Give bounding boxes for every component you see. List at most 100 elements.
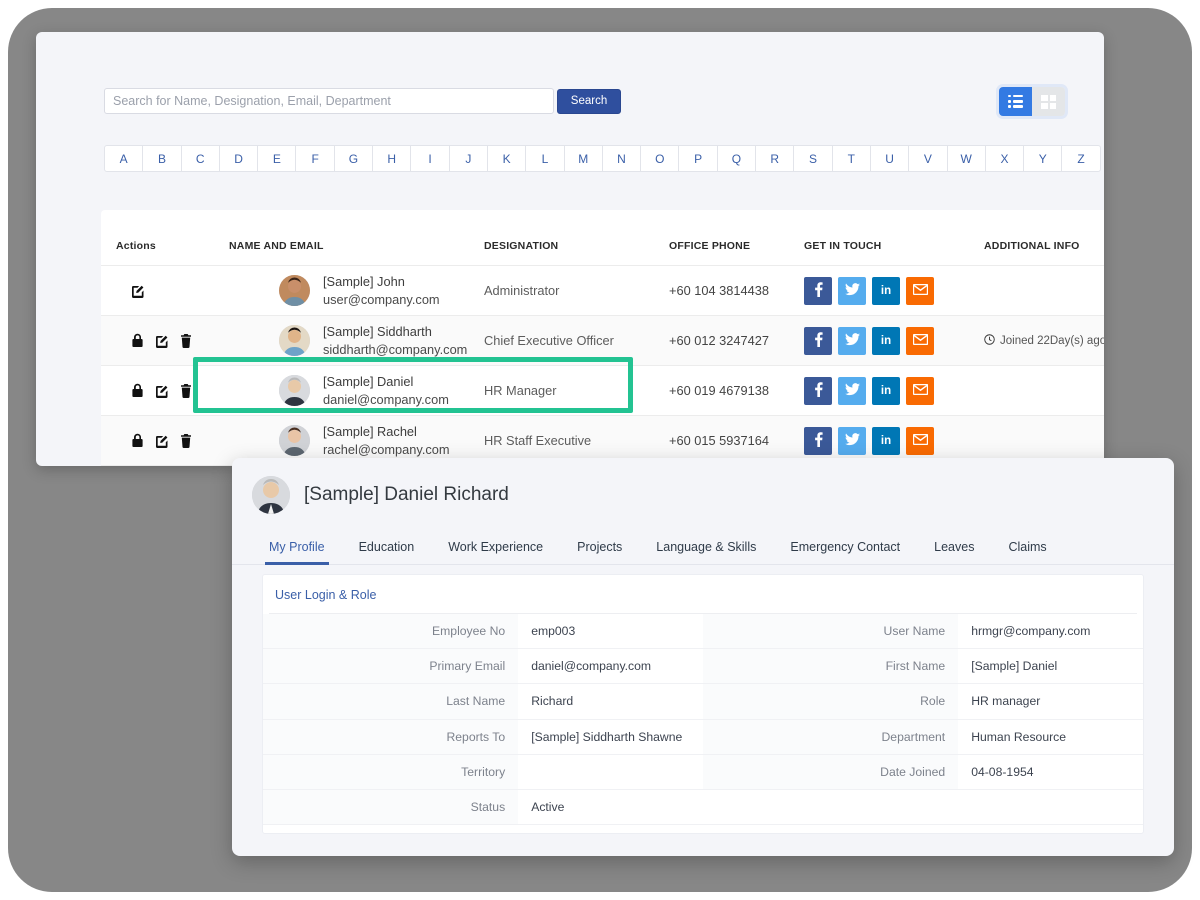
row-phone-cell: +60 012 3247427 (669, 316, 804, 366)
email-icon (913, 383, 928, 398)
alphabet-filter-l[interactable]: L (525, 145, 564, 172)
employee-email[interactable]: rachel@company.com (323, 441, 450, 458)
twitter-button[interactable] (838, 427, 866, 455)
alphabet-filter-b[interactable]: B (142, 145, 181, 172)
lock-icon[interactable] (131, 383, 144, 398)
alphabet-filter-u[interactable]: U (870, 145, 909, 172)
alphabet-filter-p[interactable]: P (678, 145, 717, 172)
avatar-image (279, 275, 310, 306)
alphabet-filter-f[interactable]: F (295, 145, 334, 172)
alphabet-filter-e[interactable]: E (257, 145, 296, 172)
tab-claims[interactable]: Claims (991, 531, 1063, 564)
alphabet-filter-y[interactable]: Y (1023, 145, 1062, 172)
detail-label: Role (703, 684, 958, 718)
alphabet-filter-x[interactable]: X (985, 145, 1024, 172)
view-toggle-group (999, 87, 1065, 116)
delete-icon[interactable] (180, 434, 192, 448)
row-additional-info-cell (984, 266, 1104, 316)
email-button[interactable] (906, 277, 934, 305)
designation-text: Chief Executive Officer (484, 333, 614, 348)
alphabet-filter-q[interactable]: Q (717, 145, 756, 172)
alphabet-filter-s[interactable]: S (793, 145, 832, 172)
table-row[interactable]: [Sample] Danieldaniel@company.comHR Mana… (101, 366, 1104, 416)
search-button[interactable]: Search (557, 89, 621, 114)
edit-icon[interactable] (155, 384, 169, 398)
email-button[interactable] (906, 327, 934, 355)
alphabet-filter-n[interactable]: N (602, 145, 641, 172)
name-email-block: [Sample] Rachelrachel@company.com (229, 423, 484, 458)
alphabet-filter-j[interactable]: J (449, 145, 488, 172)
employee-list-card: Search ABCDEFGHIJKLMNOPQRSTUVWXYZ Action (36, 32, 1104, 466)
tab-projects[interactable]: Projects (560, 531, 639, 564)
linkedin-button[interactable]: in (872, 327, 900, 355)
edit-icon[interactable] (131, 284, 145, 298)
linkedin-button[interactable]: in (872, 277, 900, 305)
detail-label: Territory (263, 755, 518, 789)
social-links: in (804, 427, 984, 455)
alphabet-filter-o[interactable]: O (640, 145, 679, 172)
alphabet-filter-w[interactable]: W (947, 145, 986, 172)
edit-icon[interactable] (155, 434, 169, 448)
delete-icon[interactable] (180, 384, 192, 398)
employee-email[interactable]: user@company.com (323, 291, 440, 308)
employee-email[interactable]: daniel@company.com (323, 391, 449, 408)
tab-emergency-contact[interactable]: Emergency Contact (773, 531, 917, 564)
linkedin-button[interactable]: in (872, 377, 900, 405)
row-designation-cell: HR Manager (484, 366, 669, 416)
search-input[interactable] (104, 88, 554, 114)
alphabet-filter-m[interactable]: M (564, 145, 603, 172)
linkedin-button[interactable]: in (872, 427, 900, 455)
lock-icon[interactable] (131, 333, 144, 348)
facebook-button[interactable] (804, 377, 832, 405)
twitter-button[interactable] (838, 377, 866, 405)
list-view-button[interactable] (999, 87, 1032, 116)
tab-education[interactable]: Education (342, 531, 432, 564)
tab-work-experience[interactable]: Work Experience (431, 531, 560, 564)
detail-label: Last Name (263, 684, 518, 718)
email-button[interactable] (906, 427, 934, 455)
tab-language-skills[interactable]: Language & Skills (639, 531, 773, 564)
alphabet-filter-v[interactable]: V (908, 145, 947, 172)
alphabet-filter-i[interactable]: I (410, 145, 449, 172)
alphabet-filter-z[interactable]: Z (1061, 145, 1100, 172)
employee-name: [Sample] Daniel (323, 373, 449, 390)
twitter-button[interactable] (838, 327, 866, 355)
row-phone-cell: +60 019 4679138 (669, 366, 804, 416)
employee-email[interactable]: siddharth@company.com (323, 341, 467, 358)
email-button[interactable] (906, 377, 934, 405)
tab-my-profile[interactable]: My Profile (252, 531, 342, 564)
row-actions (116, 333, 229, 348)
social-links: in (804, 277, 984, 305)
detail-row: Employee Noemp003 (263, 614, 703, 649)
alphabet-filter-d[interactable]: D (219, 145, 258, 172)
delete-icon[interactable] (180, 334, 192, 348)
table-row[interactable]: [Sample] Johnuser@company.comAdministrat… (101, 266, 1104, 316)
avatar (279, 425, 310, 456)
alphabet-filter-c[interactable]: C (181, 145, 220, 172)
lock-icon[interactable] (131, 433, 144, 448)
facebook-button[interactable] (804, 427, 832, 455)
alphabet-filter-t[interactable]: T (832, 145, 871, 172)
facebook-button[interactable] (804, 277, 832, 305)
email-icon (913, 333, 928, 348)
alphabet-filter-k[interactable]: K (487, 145, 526, 172)
alphabet-filter-h[interactable]: H (372, 145, 411, 172)
designation-text: HR Manager (484, 383, 557, 398)
table-row[interactable]: [Sample] Siddharthsiddharth@company.comC… (101, 316, 1104, 366)
header-name-email: NAME AND EMAIL (229, 210, 484, 266)
edit-icon[interactable] (155, 334, 169, 348)
detail-fields-left-column: Employee Noemp003Primary Emaildaniel@com… (263, 614, 703, 825)
alphabet-filter-a[interactable]: A (104, 145, 143, 172)
detail-value: Human Resource (958, 720, 1143, 754)
row-name-email-cell: [Sample] Danieldaniel@company.com (229, 366, 484, 416)
alphabet-filter-r[interactable]: R (755, 145, 794, 172)
twitter-button[interactable] (838, 277, 866, 305)
grid-view-button[interactable] (1032, 87, 1065, 116)
facebook-button[interactable] (804, 327, 832, 355)
tab-leaves[interactable]: Leaves (917, 531, 991, 564)
alphabet-filter-g[interactable]: G (334, 145, 373, 172)
detail-value: [Sample] Siddharth Shawne (518, 720, 703, 754)
social-links: in (804, 327, 984, 355)
detail-value: Active (518, 790, 703, 824)
twitter-icon (845, 333, 860, 349)
